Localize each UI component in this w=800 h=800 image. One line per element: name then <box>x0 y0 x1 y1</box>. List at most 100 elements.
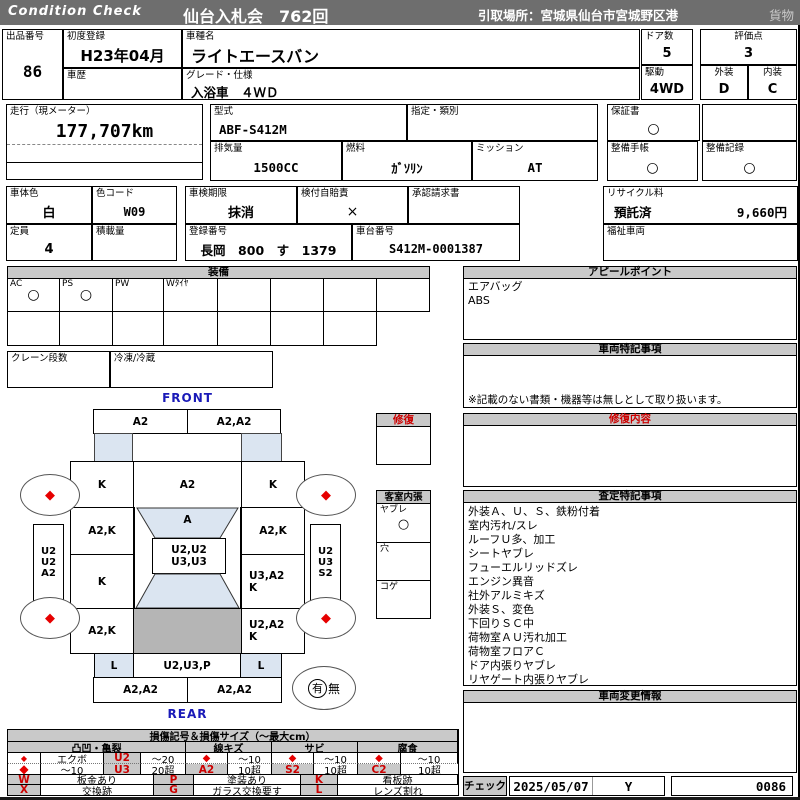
wheel-mark-icon: ◆ <box>321 487 331 503</box>
equipment-cell-empty-6 <box>59 311 113 346</box>
legend-section-rust: サビ <box>272 742 358 753</box>
field-approval-request-value <box>409 200 519 223</box>
field-first-registration-value: H23年04月 <box>80 46 165 65</box>
field-welfare-vehicle-label: 福祉車両 <box>607 226 646 237</box>
panel-rear-bumper-right: A2,A2 <box>187 677 282 703</box>
panel-front-bumper-left: A2 <box>93 409 188 434</box>
change-info-header: 車両変更情報 <box>463 690 797 703</box>
equipment-cell-empty-5 <box>7 311 60 346</box>
assessment-item: フューエルリッドズレ <box>468 561 578 574</box>
legend-x-code: X <box>8 785 41 795</box>
equipment-cell-pw-label: PW <box>115 279 130 289</box>
check-label: チェック <box>463 776 507 796</box>
equipment-cell-empty-10 <box>270 311 324 346</box>
field-maintenance-book: 整備手帳 ○ <box>607 141 698 181</box>
field-history-value <box>64 82 181 99</box>
field-displacement-value: 1500CC <box>253 160 299 175</box>
field-warranty-value: ○ <box>647 121 660 137</box>
check-number-box: 0086 <box>671 776 793 796</box>
field-body-color-value: 白 <box>42 206 56 221</box>
field-fuel-value: ｶﾞｿﾘﾝ <box>391 161 423 176</box>
field-liability-insurance-label: 検付自賠責 <box>301 188 349 199</box>
legend-section-dent: 凸凹・亀裂 <box>8 742 186 753</box>
legend-dent-r1-name: エクボ <box>41 753 104 764</box>
appeal-points-body: エアバッグ ABS <box>463 279 797 340</box>
field-transmission-label: ミッション <box>476 143 524 154</box>
field-inspection-expiry: 車検期限 抹消 <box>185 186 297 224</box>
field-transmission-value: AT <box>527 160 543 175</box>
equipment-cell-ac-mark: ○ <box>27 287 40 303</box>
check-date-value: 2025/05/07 <box>510 777 593 795</box>
legend-scratch-r1-size: 〜10 <box>228 753 272 764</box>
legend-l-label: レンズ割れ <box>373 786 423 796</box>
field-inspection-expiry-value: 抹消 <box>227 206 254 221</box>
panel-hood: A2 <box>133 461 242 508</box>
legend-l-code: L <box>301 785 338 795</box>
field-liability-insurance-value: × <box>346 203 359 220</box>
vehicle-notes-disclaimer: ※記載のない書類・機器等は無しとして取り扱います。 <box>468 394 728 406</box>
field-registration-number-label: 登録番号 <box>189 226 228 237</box>
field-model-name-label: 車種名 <box>186 31 215 42</box>
assessment-notes-body: 外装Ａ、Ｕ、Ｓ、鉄粉付着 室内汚れ/スレ ルーフＵ多、加工 シートヤブレ フュー… <box>463 503 797 686</box>
field-crane-steps-label: クレーン段数 <box>11 353 68 364</box>
assessment-item: 下回りＳＣ中 <box>468 617 534 630</box>
field-load-capacity-value <box>93 238 176 260</box>
field-maintenance-record-value: ○ <box>743 159 756 176</box>
equipment-cell-empty-3 <box>323 278 377 312</box>
field-drive-value: 4WD <box>649 81 685 97</box>
assessment-item: ルーフＵ多、加工 <box>468 533 556 546</box>
legend-scratch-icon: ◆ <box>186 753 228 764</box>
vehicle-notes-header: 車両特記事項 <box>463 343 797 356</box>
legend-dimple-icon: ◆ <box>8 753 41 764</box>
spare-no-label: 無 <box>327 681 340 696</box>
assessment-item: シートヤブレ <box>468 547 534 560</box>
pickup-location: 引取場所：宮城県仙台市宮城野区港 <box>478 8 679 23</box>
field-registration-number-value: 長岡 800 す 1379 <box>200 242 337 258</box>
equipment-cell-ps: PS ○ <box>59 278 113 312</box>
field-body-color-label: 車体色 <box>10 188 39 199</box>
cabin-lining-burn-label: コゲ <box>380 582 399 592</box>
wheel-front-right: ◆ <box>296 474 356 516</box>
cabin-lining-burn: コゲ <box>376 581 431 619</box>
field-doors-label: ドア数 <box>645 31 674 42</box>
wheel-mark-icon: ◆ <box>45 610 55 626</box>
field-registration-number: 登録番号 長岡 800 す 1379 <box>185 224 352 261</box>
vehicle-category: 貨物 <box>768 8 794 23</box>
field-grade: グレード・仕様 入浴車 ４ＷＤ <box>182 68 640 100</box>
field-crane-steps: クレーン段数 <box>7 351 110 388</box>
equipment-cell-empty-4 <box>376 278 430 312</box>
field-score: 評価点 3 <box>700 29 797 65</box>
equipment-cell-pw: PW <box>112 278 164 312</box>
header-bar: Condition Check 仙台入札会 762回 引取場所：宮城県仙台市宮城… <box>0 0 800 26</box>
legend-w-label: 板金あり <box>41 775 154 785</box>
field-welfare-vehicle: 福祉車両 <box>603 224 798 261</box>
condition-check-sheet: Condition Check 仙台入札会 762回 引取場所：宮城県仙台市宮城… <box>0 0 800 800</box>
field-model-code-value: ABF-S412M <box>219 121 287 137</box>
assessment-item: 荷物室フロアＣ <box>468 645 545 658</box>
field-lot-number-value: 86 <box>22 61 43 81</box>
assessment-item: 荷物室ＡＵ汚れ加工 <box>468 631 567 644</box>
field-score-label: 評価点 <box>734 31 763 42</box>
field-welfare-vehicle-value <box>604 238 797 260</box>
legend-k-code: K <box>301 775 338 785</box>
legend-corrosion-r1-size: 〜10 <box>401 753 458 764</box>
field-mileage-value: 177,707km <box>55 120 154 142</box>
check-date-box: 2025/05/07 Y <box>509 776 665 796</box>
field-body-color: 車体色 白 <box>6 186 92 224</box>
panel-roof: U2,U2 U3,U3 <box>152 538 226 574</box>
field-displacement: 排気量 1500CC <box>210 141 342 181</box>
wheel-mark-icon: ◆ <box>45 487 55 503</box>
field-history-label: 車歴 <box>67 70 87 81</box>
field-drive: 駆動 4WD <box>641 65 693 100</box>
damage-legend-table: 損傷記号＆損傷サイズ（〜最大cm） 凸凹・亀裂 線キズ サビ 腐食 ◆ エクボ … <box>7 729 459 776</box>
field-first-registration: 初度登録 H23年04月 <box>63 29 182 68</box>
assessment-item: リヤゲート内張りヤブレ <box>468 673 589 686</box>
cabin-lining-hole-label: 穴 <box>380 544 390 554</box>
assessment-item: 外装Ｓ、変色 <box>468 603 534 616</box>
change-info-body <box>463 703 797 773</box>
assessment-item: 社外アルミキズ <box>468 589 545 602</box>
assessment-item: ドア内張りヤブレ <box>468 659 556 672</box>
panel-front-fender-right: K <box>241 461 305 508</box>
panel-rear-bumper-left: A2,A2 <box>93 677 188 703</box>
field-approval-request: 承認請求書 <box>408 186 520 224</box>
